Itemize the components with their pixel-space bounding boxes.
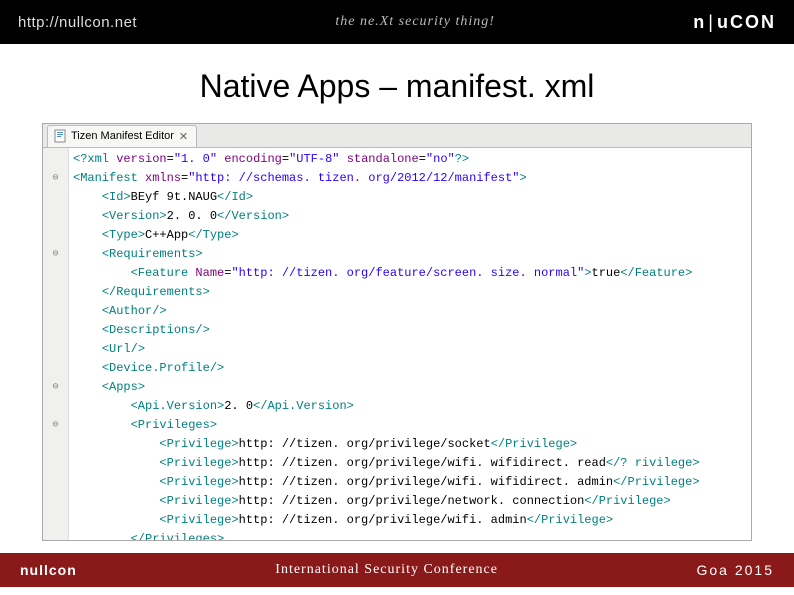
- site-url: http://nullcon.net: [18, 14, 137, 31]
- fold-indicator: [43, 321, 68, 340]
- code-content: <?xml version="1. 0" encoding="UTF-8" st…: [69, 148, 751, 540]
- code-line: <?xml version="1. 0" encoding="UTF-8" st…: [73, 150, 751, 169]
- file-icon: [54, 129, 66, 143]
- fold-indicator: [43, 283, 68, 302]
- fold-indicator: [43, 435, 68, 454]
- fold-indicator: [43, 397, 68, 416]
- fold-indicator: [43, 359, 68, 378]
- code-line: <Manifest xmlns="http: //schemas. tizen.…: [73, 169, 751, 188]
- brand-u: u: [717, 12, 730, 33]
- fold-indicator: [43, 226, 68, 245]
- brand-con: CON: [730, 12, 776, 33]
- tab-label: Tizen Manifest Editor: [71, 130, 174, 142]
- code-line: <Requirements>: [73, 245, 751, 264]
- code-line: <Apps>: [73, 378, 751, 397]
- code-line: <Id>BEyf 9t.NAUG</Id>: [73, 188, 751, 207]
- fold-indicator: [43, 473, 68, 492]
- code-line: <Privilege>http: //tizen. org/privilege/…: [73, 492, 751, 511]
- fold-indicator: [43, 454, 68, 473]
- code-line: <Privileges>: [73, 416, 751, 435]
- footer-title: International Security Conference: [275, 562, 498, 578]
- code-line: <Device.Profile/>: [73, 359, 751, 378]
- footer-bar: nullcon International Security Conferenc…: [0, 553, 794, 587]
- slide: http://nullcon.net the ne.Xt security th…: [0, 0, 794, 595]
- fold-indicator: [43, 302, 68, 321]
- footer-brand: nullcon: [20, 562, 77, 578]
- brand-pipe: |: [708, 12, 715, 33]
- fold-indicator[interactable]: ⊖: [43, 169, 68, 188]
- fold-indicator: [43, 530, 68, 541]
- tab-bar: Tizen Manifest Editor ✕: [43, 124, 751, 148]
- code-line: </Privileges>: [73, 530, 751, 540]
- code-line: <Privilege>http: //tizen. org/privilege/…: [73, 454, 751, 473]
- brand-n: n: [693, 12, 706, 33]
- code-line: <Type>C++App</Type>: [73, 226, 751, 245]
- fold-indicator[interactable]: ⊖: [43, 245, 68, 264]
- code-line: <Api.Version>2. 0</Api.Version>: [73, 397, 751, 416]
- fold-indicator: [43, 264, 68, 283]
- code-line: <Descriptions/>: [73, 321, 751, 340]
- fold-indicator: [43, 492, 68, 511]
- code-line: <Privilege>http: //tizen. org/privilege/…: [73, 473, 751, 492]
- fold-gutter: ⊖⊖⊖⊖⊖: [43, 148, 69, 540]
- code-line: <Privilege>http: //tizen. org/privilege/…: [73, 511, 751, 530]
- fold-indicator: [43, 150, 68, 169]
- editor-window: Tizen Manifest Editor ✕ ⊖⊖⊖⊖⊖ <?xml vers…: [42, 123, 752, 541]
- code-line: <Url/>: [73, 340, 751, 359]
- editor-tab[interactable]: Tizen Manifest Editor ✕: [47, 125, 197, 147]
- close-icon[interactable]: ✕: [179, 130, 188, 143]
- fold-indicator: [43, 340, 68, 359]
- code-line: <Feature Name="http: //tizen. org/featur…: [73, 264, 751, 283]
- code-line: <Author/>: [73, 302, 751, 321]
- fold-indicator: [43, 511, 68, 530]
- fold-indicator: [43, 188, 68, 207]
- code-line: <Version>2. 0. 0</Version>: [73, 207, 751, 226]
- fold-indicator[interactable]: ⊖: [43, 378, 68, 397]
- brand-logo: n | u CON: [693, 12, 776, 33]
- fold-indicator: [43, 207, 68, 226]
- fold-indicator[interactable]: ⊖: [43, 416, 68, 435]
- code-area: ⊖⊖⊖⊖⊖ <?xml version="1. 0" encoding="UTF…: [43, 148, 751, 540]
- footer-location: Goa 2015: [696, 562, 774, 578]
- top-bar: http://nullcon.net the ne.Xt security th…: [0, 0, 794, 44]
- code-line: </Requirements>: [73, 283, 751, 302]
- code-line: <Privilege>http: //tizen. org/privilege/…: [73, 435, 751, 454]
- slide-title: Native Apps – manifest. xml: [0, 44, 794, 123]
- tagline: the ne.Xt security thing!: [335, 14, 495, 30]
